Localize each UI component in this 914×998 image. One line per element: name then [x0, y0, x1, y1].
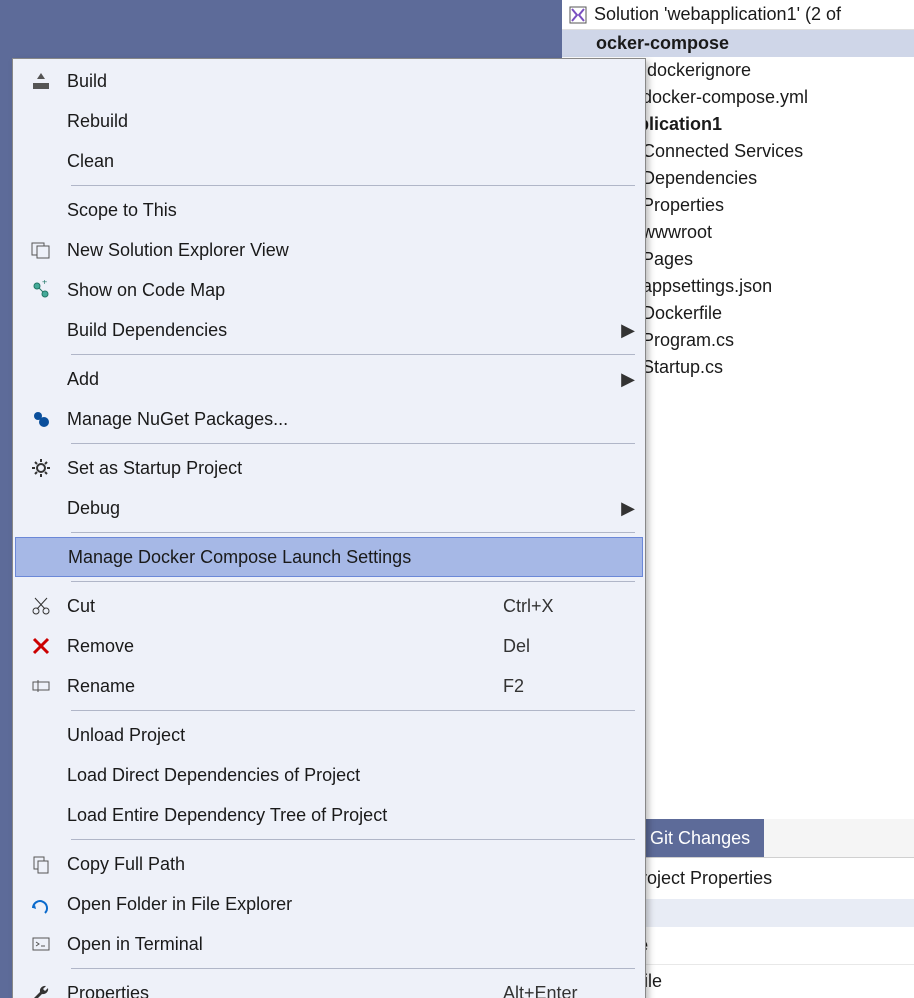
menu-separator [71, 710, 635, 711]
menu-item-open-folder-in-file-explorer[interactable]: Open Folder in File Explorer [15, 884, 643, 924]
menu-separator [71, 968, 635, 969]
solution-title: Solution 'webapplication1' (2 of [594, 4, 841, 25]
rename-icon [15, 676, 67, 696]
menu-label: Build Dependencies [67, 320, 503, 341]
menu-label: Remove [67, 636, 503, 657]
menu-label: Copy Full Path [67, 854, 503, 875]
menu-label: Load Entire Dependency Tree of Project [67, 805, 503, 826]
menu-shortcut: Del [503, 636, 613, 657]
menu-item-load-entire-dependency-tree[interactable]: Load Entire Dependency Tree of Project [15, 795, 643, 835]
menu-label: Add [67, 369, 503, 390]
code-map-icon: + [15, 280, 67, 300]
menu-item-rebuild[interactable]: Rebuild [15, 101, 643, 141]
menu-separator [71, 581, 635, 582]
menu-item-new-solution-explorer-view[interactable]: New Solution Explorer View [15, 230, 643, 270]
svg-text:+: + [42, 280, 47, 287]
menu-label: Scope to This [67, 200, 503, 221]
menu-item-cut[interactable]: Cut Ctrl+X [15, 586, 643, 626]
menu-item-debug[interactable]: Debug ▶ [15, 488, 643, 528]
tree-label: Startup.cs [642, 357, 723, 378]
properties-title-rest: Project Properties [624, 868, 772, 888]
menu-label: Rename [67, 676, 503, 697]
submenu-arrow-icon: ▶ [613, 369, 643, 390]
menu-item-open-in-terminal[interactable]: Open in Terminal [15, 924, 643, 964]
menu-separator [71, 532, 635, 533]
menu-item-add[interactable]: Add ▶ [15, 359, 643, 399]
menu-item-show-on-code-map[interactable]: + Show on Code Map [15, 270, 643, 310]
copy-icon [15, 854, 67, 874]
menu-separator [71, 354, 635, 355]
cut-icon [15, 596, 67, 616]
tree-label: wwwroot [642, 222, 712, 243]
tree-label: appsettings.json [642, 276, 772, 297]
solution-icon [568, 5, 588, 25]
menu-label: Unload Project [67, 725, 503, 746]
menu-label: Open in Terminal [67, 934, 503, 955]
submenu-arrow-icon: ▶ [613, 320, 643, 341]
menu-label: Open Folder in File Explorer [67, 894, 503, 915]
terminal-icon [15, 934, 67, 954]
new-view-icon [15, 240, 67, 260]
menu-shortcut: F2 [503, 676, 613, 697]
tree-label: Dependencies [642, 168, 757, 189]
submenu-arrow-icon: ▶ [613, 498, 643, 519]
tree-label: Dockerfile [642, 303, 722, 324]
tab-git-changes[interactable]: Git Changes [636, 819, 764, 857]
menu-label: Manage Docker Compose Launch Settings [68, 547, 502, 568]
menu-label: Set as Startup Project [67, 458, 503, 479]
tree-label: Properties [642, 195, 724, 216]
menu-item-clean[interactable]: Clean [15, 141, 643, 181]
solution-header: Solution 'webapplication1' (2 of [562, 0, 914, 30]
menu-label: Properties [67, 983, 503, 998]
menu-label: Cut [67, 596, 503, 617]
menu-label: Debug [67, 498, 503, 519]
tree-label: .dockerignore [642, 60, 751, 81]
menu-label: Manage NuGet Packages... [67, 409, 503, 430]
menu-item-remove[interactable]: Remove Del [15, 626, 643, 666]
menu-item-load-direct-dependencies[interactable]: Load Direct Dependencies of Project [15, 755, 643, 795]
tree-label: Pages [642, 249, 693, 270]
menu-label: Show on Code Map [67, 280, 503, 301]
menu-label: Build [67, 71, 503, 92]
menu-item-build[interactable]: Build [15, 61, 643, 101]
tab-label: Git Changes [650, 828, 750, 849]
menu-separator [71, 443, 635, 444]
build-icon [15, 71, 67, 91]
folder-open-icon [15, 894, 67, 914]
menu-item-copy-full-path[interactable]: Copy Full Path [15, 844, 643, 884]
menu-item-manage-docker-compose-launch-settings[interactable]: Manage Docker Compose Launch Settings [15, 537, 643, 577]
menu-shortcut: Alt+Enter [503, 983, 613, 998]
menu-item-scope-to-this[interactable]: Scope to This [15, 190, 643, 230]
menu-shortcut: Ctrl+X [503, 596, 613, 617]
context-menu: Build Rebuild Clean Scope to This New So… [12, 58, 646, 998]
menu-item-build-dependencies[interactable]: Build Dependencies ▶ [15, 310, 643, 350]
menu-separator [71, 839, 635, 840]
menu-item-unload-project[interactable]: Unload Project [15, 715, 643, 755]
nuget-icon [15, 409, 67, 429]
menu-item-properties[interactable]: Properties Alt+Enter [15, 973, 643, 998]
menu-separator [71, 185, 635, 186]
remove-icon [15, 636, 67, 656]
tree-label: Connected Services [642, 141, 803, 162]
menu-label: Rebuild [67, 111, 503, 132]
wrench-icon [15, 983, 67, 998]
menu-item-set-as-startup-project[interactable]: Set as Startup Project [15, 448, 643, 488]
menu-label: Clean [67, 151, 503, 172]
menu-item-rename[interactable]: Rename F2 [15, 666, 643, 706]
tree-label: Program.cs [642, 330, 734, 351]
gear-icon [15, 458, 67, 478]
menu-label: New Solution Explorer View [67, 240, 503, 261]
tree-node-docker-compose[interactable]: ocker-compose [562, 30, 914, 57]
menu-item-manage-nuget-packages[interactable]: Manage NuGet Packages... [15, 399, 643, 439]
menu-label: Load Direct Dependencies of Project [67, 765, 503, 786]
tree-label: docker-compose.yml [642, 87, 808, 108]
tree-label: ocker-compose [596, 33, 729, 54]
